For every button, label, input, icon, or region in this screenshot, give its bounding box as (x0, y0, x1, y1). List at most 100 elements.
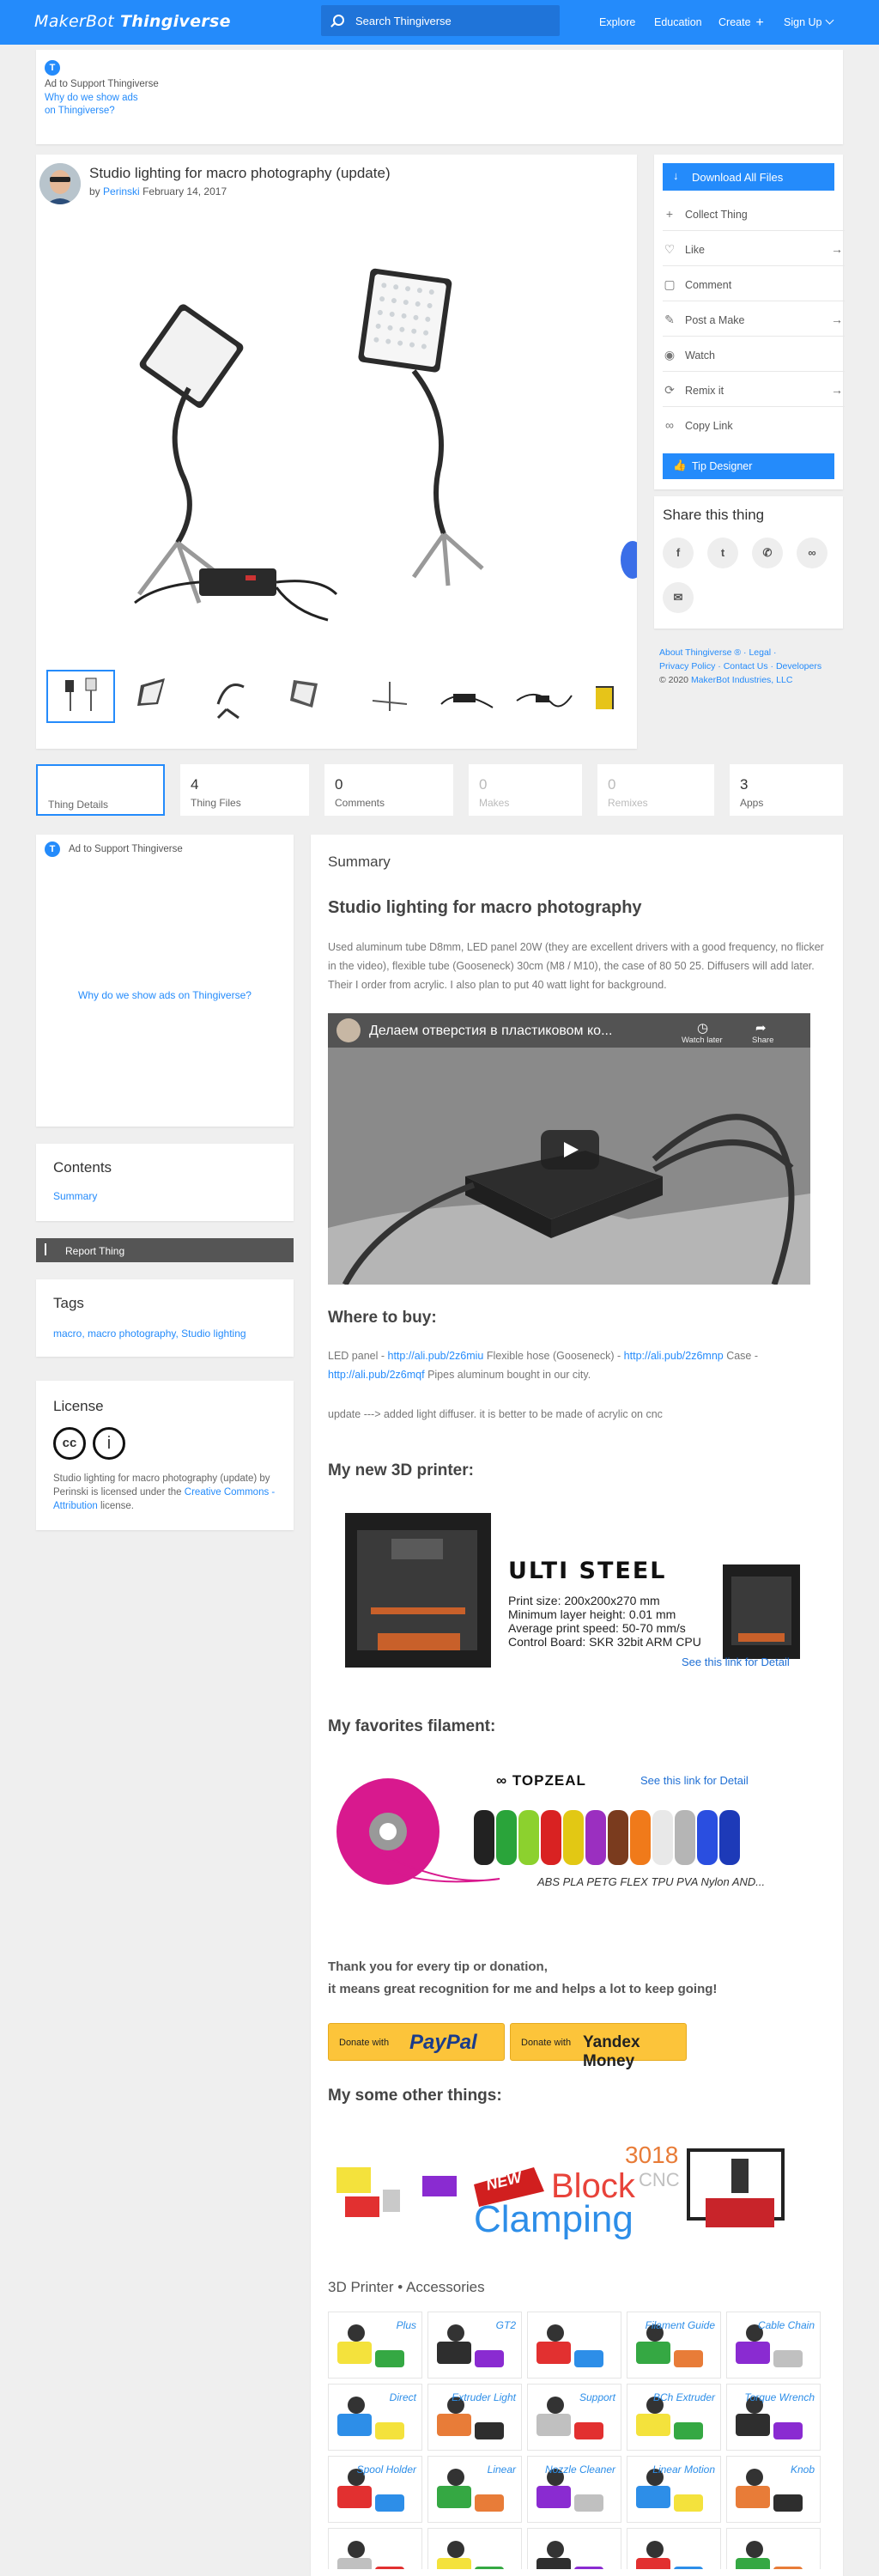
legal-link[interactable]: Legal · (749, 647, 776, 658)
accessory-thumbnail[interactable]: Linear (427, 2456, 522, 2523)
accessory-thumbnail[interactable] (527, 2528, 621, 2569)
case-link[interactable]: http://ali.pub/2z6mqf (328, 1369, 425, 1381)
donate-paypal-button[interactable]: Donate with PayPal (328, 2023, 505, 2061)
nav-sign-up[interactable]: Sign Up (784, 15, 834, 28)
accessory-thumbnail[interactable]: Knob (726, 2456, 821, 2523)
download-all-label: Download All Files (692, 171, 784, 184)
developers-link[interactable]: Developers (776, 661, 821, 671)
remix-button[interactable]: ⟳ Remix it → (663, 372, 845, 407)
play-button[interactable] (541, 1130, 599, 1170)
banner-clamping-label: Clamping (474, 2198, 633, 2240)
privacy-link[interactable]: Privacy Policy · (659, 661, 721, 671)
search-input[interactable]: Search Thingiverse (321, 5, 560, 36)
copy-link-button[interactable]: ∞ Copy Link (663, 407, 845, 442)
thing-files-count: 4 (191, 776, 199, 793)
thing-byline: by Perinski February 14, 2017 (89, 185, 227, 197)
channel-avatar[interactable] (336, 1018, 361, 1042)
company-link[interactable]: MakerBot Industries, LLC (691, 675, 792, 685)
accessory-thumbnail[interactable] (328, 2528, 422, 2569)
accessory-thumbnail[interactable]: Cable Chain (726, 2312, 821, 2379)
other-things-banner[interactable]: NEW Block Clamping 3018 CNC (328, 2124, 826, 2253)
whatsapp-icon[interactable]: ✆ (752, 538, 783, 568)
accessory-thumbnail[interactable]: Spool Holder (328, 2456, 422, 2523)
nav-education[interactable]: Education (654, 16, 702, 28)
thumbnail[interactable] (433, 670, 501, 723)
share-icon[interactable]: ➦ (755, 1020, 767, 1036)
tab-comments[interactable]: 0 Comments (324, 764, 453, 816)
tab-thing-details[interactable]: Thing Details (36, 764, 165, 816)
contact-link[interactable]: Contact Us · (724, 661, 773, 671)
eye-icon: ◉ (664, 348, 676, 361)
accessory-thumbnail[interactable]: Filament Guide (627, 2312, 721, 2379)
accessory-thumbnail[interactable]: BCh Extruder (627, 2384, 721, 2451)
plus-icon: + (665, 207, 674, 221)
ad-why-link[interactable]: Why do we show ads (45, 93, 138, 103)
watch-button[interactable]: ◉ Watch (663, 337, 845, 372)
accessory-thumbnail[interactable]: Support (527, 2384, 621, 2451)
collect-thing-button[interactable]: + Collect Thing (663, 196, 845, 231)
download-all-button[interactable]: ↓ Download All Files (663, 163, 834, 191)
side-ad-why-link[interactable]: Why do we show ads on Thingiverse? (36, 989, 294, 1001)
thumbnail[interactable] (587, 670, 651, 723)
tab-makes[interactable]: 0 Makes (469, 764, 582, 816)
thumbnail[interactable] (46, 670, 115, 723)
thing-files-label: Thing Files (191, 797, 241, 809)
accessory-thumbnail[interactable]: Nozzle Cleaner (527, 2456, 621, 2523)
avatar[interactable] (39, 163, 81, 204)
accessory-thumbnail[interactable]: Plus (328, 2312, 422, 2379)
comment-button[interactable]: ▢ Comment (663, 266, 845, 301)
post-a-make-button[interactable]: ✎ Post a Make → (663, 301, 845, 337)
accessory-thumbnail[interactable]: Torque Wrench (726, 2384, 821, 2451)
link-icon[interactable]: ∞ (797, 538, 827, 568)
makes-count: 0 (479, 776, 488, 793)
comments-label: Comments (335, 797, 385, 809)
led-panel-link[interactable]: http://ali.pub/2z6miu (388, 1350, 484, 1362)
tab-apps[interactable]: 3 Apps (730, 764, 843, 816)
accessory-thumbnail[interactable]: Linear Motion (627, 2456, 721, 2523)
license-text-2: license. (100, 1501, 134, 1511)
filament-ad-image[interactable]: ∞ TOPZEAL See this link for Detail ABS P… (328, 1759, 826, 1896)
summary-label: Summary (328, 854, 391, 870)
accessory-thumbnail[interactable]: Direct (328, 2384, 422, 2451)
tab-remixes[interactable]: 0 Remixes (597, 764, 714, 816)
youtube-video[interactable]: Делаем отверстия в пластиковом ко... ◷ W… (328, 1013, 810, 1285)
donate-yandex-button[interactable]: Donate with Yandex Money (510, 2023, 687, 2070)
accessory-thumbnail[interactable]: GT2 (427, 2312, 522, 2379)
thumbnail[interactable] (355, 670, 424, 723)
accessory-thumbnail[interactable] (427, 2528, 522, 2569)
thumbnail[interactable] (510, 670, 579, 723)
donate-prefix: Donate with (521, 2038, 572, 2048)
facebook-icon[interactable]: f (663, 538, 694, 568)
tags-list[interactable]: macro, macro photography, Studio lightin… (53, 1327, 246, 1340)
accessory-thumbnail[interactable] (627, 2528, 721, 2569)
printer-ad-image[interactable]: ULTI STEEL Print size: 200x200x270 mm Mi… (328, 1504, 826, 1676)
twitter-icon[interactable]: t (707, 538, 738, 568)
accessory-thumbnail[interactable]: Extruder Light (427, 2384, 522, 2451)
like-button[interactable]: ♡ Like → (663, 231, 845, 266)
thumbnail[interactable] (201, 670, 270, 723)
author-link[interactable]: Perinski (103, 185, 140, 197)
accessory-thumbnail[interactable] (726, 2528, 821, 2569)
accessory-label: Nozzle Cleaner (544, 2464, 615, 2476)
nav-explore[interactable]: Explore (599, 16, 635, 28)
tab-thing-files[interactable]: 4 Thing Files (180, 764, 309, 816)
accessory-thumbnail[interactable] (527, 2312, 621, 2379)
about-link[interactable]: About Thingiverse ® · (659, 647, 747, 658)
hose-link[interactable]: http://ali.pub/2z6mnp (624, 1350, 724, 1362)
clock-icon[interactable]: ◷ (697, 1020, 708, 1036)
thingiverse-logo[interactable]: MakerBot Thingiverse (34, 12, 231, 31)
filament-detail-link[interactable]: See this link for Detail (640, 1774, 749, 1787)
thumbnail[interactable] (124, 670, 192, 723)
video-title[interactable]: Делаем отверстия в пластиковом ко... (369, 1024, 612, 1039)
thumbnail[interactable] (278, 670, 347, 723)
nav-create[interactable]: Create + (718, 16, 764, 30)
printer-detail-link[interactable]: See this link for Detail (682, 1656, 790, 1668)
main-thing-image[interactable] (36, 216, 637, 656)
tip-designer-button[interactable]: 👍 Tip Designer (663, 453, 834, 479)
mail-icon[interactable]: ✉ (663, 582, 694, 613)
contents-summary-link[interactable]: Summary (53, 1190, 97, 1202)
report-thing-button[interactable]: Report Thing (36, 1238, 294, 1262)
ad-why-link-2[interactable]: on Thingiverse? (45, 106, 115, 116)
arrow-right-icon: → (831, 313, 843, 326)
report-thing-label: Report Thing (65, 1245, 125, 1257)
